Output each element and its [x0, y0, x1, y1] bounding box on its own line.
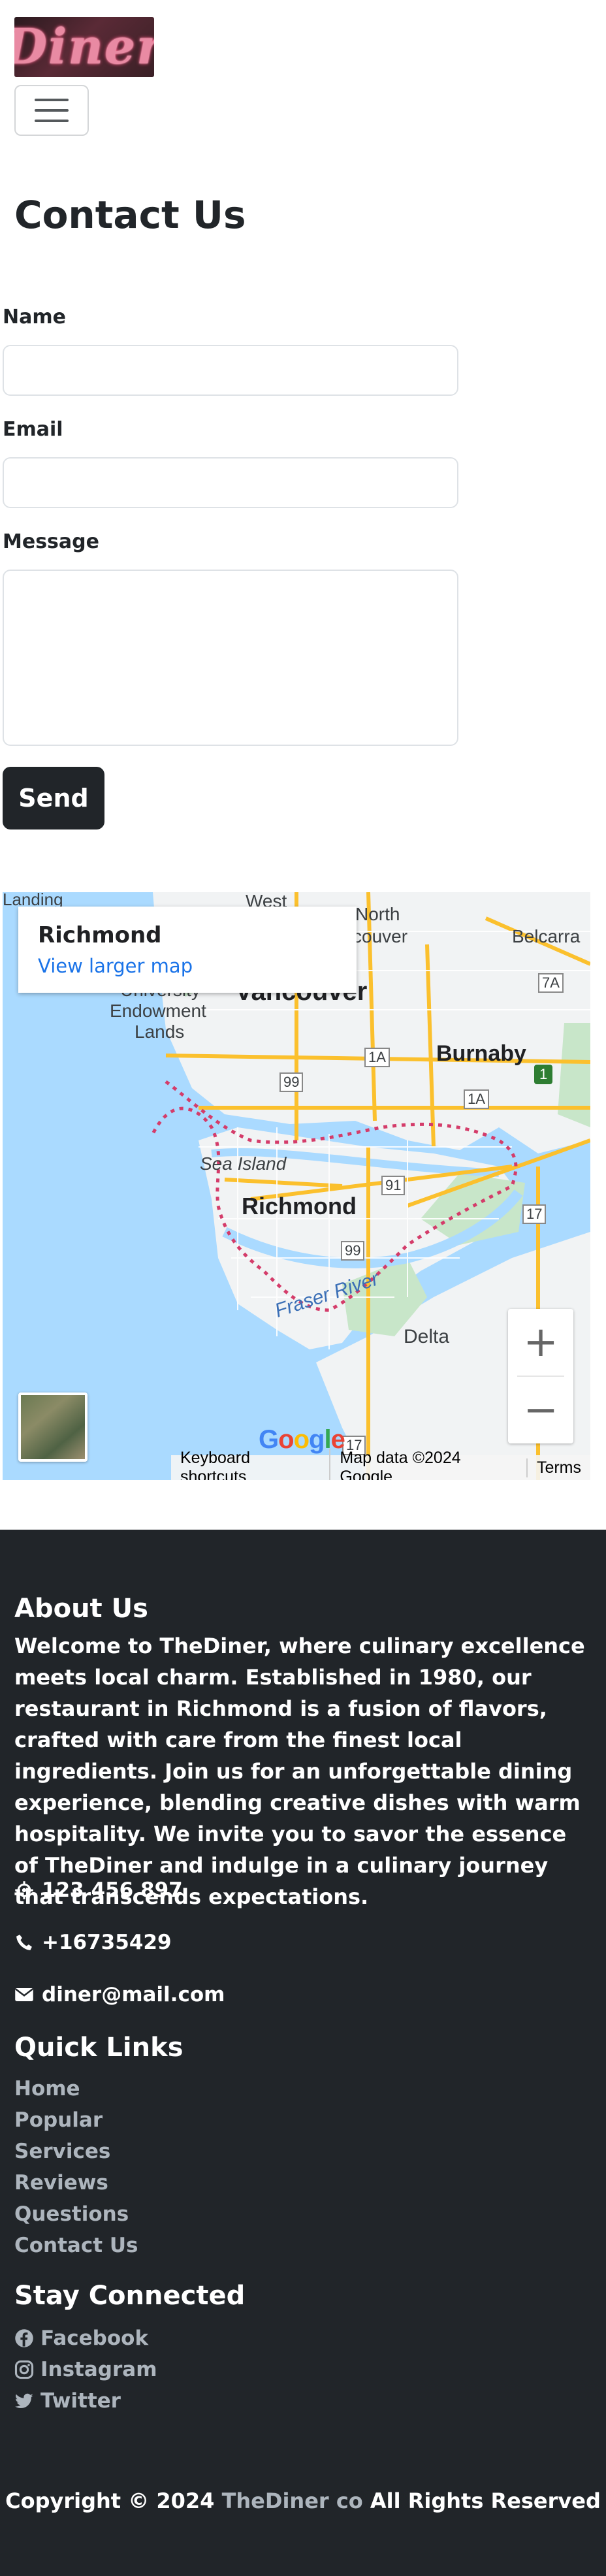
about-us-text: Welcome to TheDiner, where culinary exce… — [14, 1634, 585, 1909]
map-label: Richmond — [242, 1193, 357, 1219]
instagram-label: Instagram — [40, 2358, 157, 2381]
copyright-brand-link[interactable]: TheDiner co — [222, 2488, 363, 2513]
name-label: Name — [3, 306, 66, 329]
copyright-prefix: Copyright © 2024 — [5, 2488, 215, 2513]
map-label: Delta — [404, 1326, 450, 1347]
zoom-out-button[interactable]: − — [508, 1377, 573, 1443]
map-label: Lands — [135, 1022, 185, 1042]
route-badge: 1A — [364, 1048, 390, 1067]
brand-logo[interactable]: Diner — [14, 17, 154, 77]
map-data-text: Map data ©2024 Google — [329, 1449, 526, 1480]
embedded-map[interactable]: Landing West North couver Belcarra Unive… — [3, 892, 590, 1480]
message-textarea[interactable] — [3, 570, 458, 746]
email-label: Email — [3, 418, 63, 441]
view-larger-map-link[interactable]: View larger map — [38, 955, 337, 977]
instagram-icon — [14, 2360, 34, 2379]
page-title: Contact Us — [14, 193, 246, 237]
email-field[interactable] — [3, 457, 458, 508]
quick-links-heading: Quick Links — [14, 2033, 183, 2063]
map-zoom-control: + − — [508, 1309, 573, 1443]
route-badge: 7A — [538, 973, 564, 993]
map-place-card: Richmond View larger map — [18, 907, 357, 993]
twitter-link[interactable]: Twitter — [14, 2389, 121, 2413]
route-badge: 99 — [279, 1072, 304, 1092]
map-attribution-bar: Keyboard shortcuts Map data ©2024 Google… — [171, 1449, 590, 1480]
map-label: couver — [353, 926, 408, 946]
map-place-name: Richmond — [38, 922, 162, 948]
footer-link-services[interactable]: Services — [14, 2140, 110, 2163]
map-label: Burnaby — [436, 1041, 526, 1066]
terms-link[interactable]: Terms — [526, 1458, 590, 1477]
twitter-label: Twitter — [40, 2389, 121, 2413]
route-badge: 91 — [381, 1176, 406, 1195]
route-badge: 99 — [341, 1241, 365, 1261]
phone-text: +16735429 — [42, 1931, 172, 1954]
email-text: diner@mail.com — [42, 1983, 225, 2006]
envelope-icon — [14, 1985, 34, 2004]
map-label: Endowment — [110, 1001, 206, 1021]
address-text: 123 456 897 — [42, 1878, 183, 1902]
map-label: North — [355, 904, 400, 924]
twitter-icon — [14, 2391, 34, 2411]
brand-logo-text: Diner — [14, 19, 154, 75]
phone-icon — [14, 1933, 34, 1952]
map-label: Belcarra — [512, 926, 581, 946]
send-button[interactable]: Send — [3, 767, 104, 829]
footer-link-questions[interactable]: Questions — [14, 2202, 129, 2226]
footer-link-contact-us[interactable]: Contact Us — [14, 2234, 138, 2257]
route-badge: 1A — [464, 1089, 489, 1109]
hamburger-icon-bar — [35, 109, 69, 112]
footer-link-home[interactable]: Home — [14, 2077, 80, 2101]
route-badge: 17 — [522, 1204, 547, 1224]
hamburger-icon-bar — [35, 120, 69, 122]
facebook-link[interactable]: Facebook — [14, 2326, 148, 2350]
address-row: 123 456 897 — [14, 1878, 183, 1902]
footer-link-reviews[interactable]: Reviews — [14, 2171, 108, 2195]
copyright-suffix: All Rights Reserved — [370, 2488, 601, 2513]
site-footer: About Us Welcome to TheDiner, where culi… — [0, 1530, 606, 2576]
instagram-link[interactable]: Instagram — [14, 2358, 157, 2381]
zoom-in-button[interactable]: + — [508, 1309, 573, 1376]
route-badge: 1 — [534, 1065, 553, 1084]
facebook-icon — [14, 2328, 34, 2348]
menu-toggle-button[interactable] — [14, 85, 89, 136]
satellite-layer-toggle[interactable] — [18, 1393, 88, 1462]
about-us-heading: About Us — [14, 1594, 148, 1624]
footer-link-popular[interactable]: Popular — [14, 2108, 103, 2132]
location-crosshair-icon — [14, 1880, 34, 1900]
name-field[interactable] — [3, 345, 458, 396]
map-label: Sea Island — [200, 1153, 287, 1174]
stay-connected-heading: Stay Connected — [14, 2281, 246, 2311]
keyboard-shortcuts-link[interactable]: Keyboard shortcuts — [171, 1449, 329, 1480]
facebook-label: Facebook — [40, 2326, 149, 2350]
email-row: diner@mail.com — [14, 1983, 225, 2006]
phone-row: +16735429 — [14, 1931, 172, 1954]
hamburger-icon-bar — [35, 99, 69, 101]
message-label: Message — [3, 530, 99, 553]
copyright-text: Copyright © 2024 TheDiner co All Rights … — [0, 2488, 606, 2513]
